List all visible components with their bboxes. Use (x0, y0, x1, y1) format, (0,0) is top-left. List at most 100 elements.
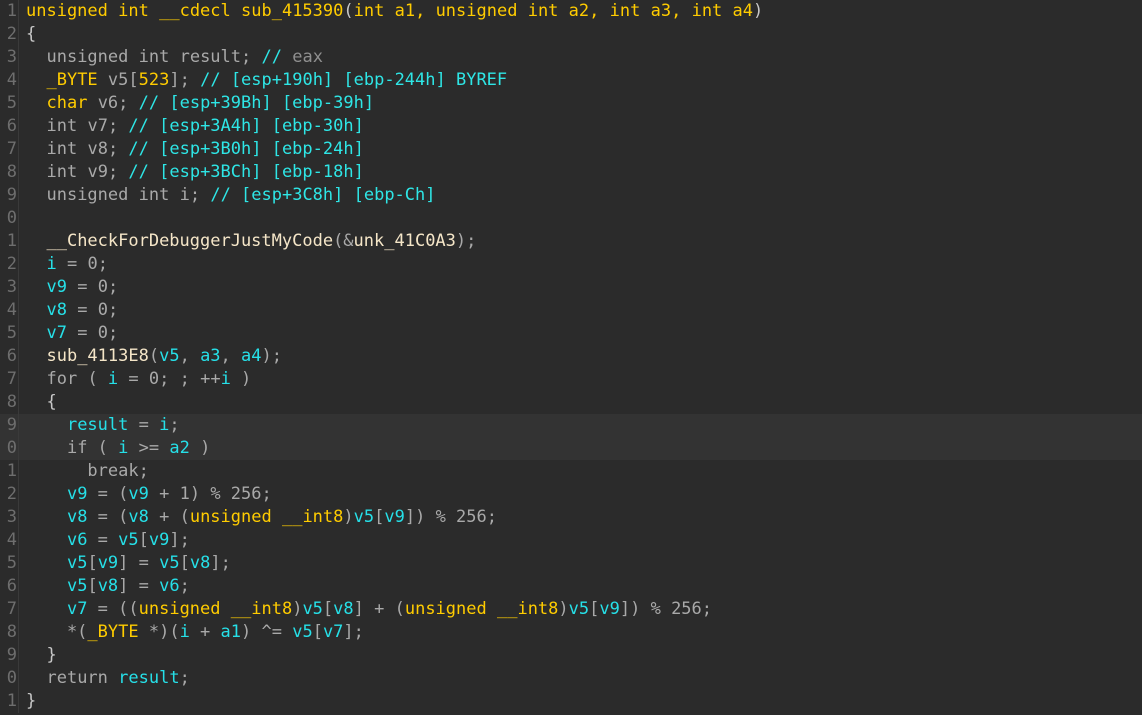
code-line[interactable]: 6 sub_4113E8(v5, a3, a4); (0, 345, 1142, 368)
code-line[interactable]: 7 int v8; // [esp+3B0h] [ebp-24h] (0, 138, 1142, 161)
code-line[interactable]: 0 (0, 207, 1142, 230)
code-line[interactable]: 8 { (0, 391, 1142, 414)
code-token: [ (589, 599, 600, 619)
code-text[interactable]: int v8; // [esp+3B0h] [ebp-24h] (19, 138, 364, 161)
code-token: i (118, 438, 129, 458)
code-token: 0 (97, 300, 108, 320)
code-token: int (609, 1, 641, 21)
code-text[interactable]: int v9; // [esp+3BCh] [ebp-18h] (19, 161, 363, 184)
code-token: ) (753, 1, 764, 21)
code-text[interactable]: unsigned int result; // eax (19, 46, 322, 69)
code-line[interactable]: 5 v7 = 0; (0, 322, 1142, 345)
code-line[interactable]: 4 v6 = v5[v9]; (0, 529, 1142, 552)
code-line[interactable]: 5 char v6; // [esp+39Bh] [ebp-39h] (0, 92, 1142, 115)
code-text[interactable]: __CheckForDebuggerJustMyCode(&unk_41C0A3… (19, 230, 476, 253)
code-line[interactable]: 7 for ( i = 0; ; ++i ) (0, 368, 1142, 391)
code-line[interactable]: 2{ (0, 23, 1142, 46)
code-token: [ (374, 507, 385, 527)
code-text[interactable]: result = i; (19, 414, 180, 437)
code-text[interactable]: { (19, 391, 56, 414)
code-token: // (261, 47, 293, 67)
code-token: 523 (138, 70, 170, 90)
code-token: ; (701, 599, 713, 619)
code-text[interactable]: _BYTE v5[523]; // [esp+190h] [ebp-244h] … (19, 69, 507, 92)
code-text[interactable]: i = 0; (19, 253, 107, 276)
code-text[interactable]: char v6; // [esp+39Bh] [ebp-39h] (19, 92, 374, 115)
code-line[interactable]: 3 v9 = 0; (0, 276, 1142, 299)
code-line[interactable]: 5 v5[v9] = v5[v8]; (0, 552, 1142, 575)
line-number: 6 (6, 346, 17, 366)
code-text[interactable]: break; (19, 460, 148, 483)
code-token: // [esp+3C8h] [ebp-Ch] (210, 185, 436, 205)
code-line[interactable]: 9 result = i; (0, 414, 1142, 437)
code-token: ; (179, 576, 190, 596)
code-line[interactable]: 3 v8 = (v8 + (unsigned __int8)v5[v9]) % … (0, 506, 1142, 529)
code-line[interactable]: 9 } (0, 644, 1142, 667)
code-token: v5 (66, 576, 88, 596)
code-text[interactable]: v8 = (v8 + (unsigned __int8)v5[v9]) % 25… (19, 506, 497, 529)
code-line[interactable]: 1 break; (0, 460, 1142, 483)
code-text[interactable]: v9 = (v9 + 1) % 256; (19, 483, 272, 506)
code-line[interactable]: 8 int v9; // [esp+3BCh] [ebp-18h] (0, 161, 1142, 184)
code-line[interactable]: 1 unsigned int __cdecl sub_415390(int a1,… (0, 0, 1142, 23)
code-line[interactable]: 4 v8 = 0; (0, 299, 1142, 322)
code-text[interactable]: unsigned int i; // [esp+3C8h] [ebp-Ch] (19, 184, 436, 207)
code-token: ; (169, 415, 180, 435)
code-line[interactable]: 1} (0, 690, 1142, 713)
line-number: 7 (6, 369, 17, 389)
code-text[interactable]: v7 = 0; (19, 322, 118, 345)
code-token: ; (107, 139, 129, 159)
line-number: 5 (6, 553, 17, 573)
code-text[interactable]: v7 = ((unsigned __int8)v5[v8] + (unsigne… (19, 598, 712, 621)
code-text[interactable]: for ( i = 0; ; ++i ) (19, 368, 251, 391)
code-line[interactable]: 4 _BYTE v5[523]; // [esp+190h] [ebp-244h… (0, 69, 1142, 92)
code-token: // [esp+3B0h] [ebp-24h] (128, 139, 364, 159)
code-token: // [esp+3A4h] [ebp-30h] (128, 116, 364, 136)
code-text[interactable]: return result; (19, 667, 189, 690)
code-text[interactable]: v5[v8] = v6; (19, 575, 190, 598)
code-text[interactable]: if ( i >= a2 ) (19, 437, 210, 460)
code-token: __int8 (496, 599, 559, 619)
code-token: ; (241, 47, 262, 67)
code-token: ; (107, 162, 129, 182)
code-text[interactable]: int v7; // [esp+3A4h] [ebp-30h] (19, 115, 364, 138)
code-token: v8 (97, 576, 119, 596)
code-text[interactable]: } (19, 644, 56, 667)
code-text[interactable]: } (19, 690, 36, 713)
code-line[interactable]: 1 __CheckForDebuggerJustMyCode(&unk_41C0… (0, 230, 1142, 253)
code-line[interactable]: 7 v7 = ((unsigned __int8)v5[v8] + (unsig… (0, 598, 1142, 621)
code-line[interactable]: 0 if ( i >= a2 ) (0, 437, 1142, 460)
code-line[interactable]: 9 unsigned int i; // [esp+3C8h] [ebp-Ch] (0, 184, 1142, 207)
code-text[interactable]: v9 = 0; (19, 276, 118, 299)
code-text[interactable]: *(_BYTE *)(i + a1) ^= v5[v7]; (19, 621, 364, 644)
code-token: = (128, 415, 160, 435)
code-token: { (26, 24, 37, 44)
pseudocode-view[interactable]: 1 unsigned int __cdecl sub_415390(int a1,… (0, 0, 1142, 715)
code-line[interactable]: 6 int v7; // [esp+3A4h] [ebp-30h] (0, 115, 1142, 138)
code-text[interactable]: v8 = 0; (19, 299, 118, 322)
code-text[interactable]: v6 = v5[v9]; (19, 529, 190, 552)
code-line-list: 1 unsigned int __cdecl sub_415390(int a1,… (0, 0, 1142, 713)
code-token: ( (343, 1, 354, 21)
code-line[interactable]: 6 v5[v8] = v6; (0, 575, 1142, 598)
code-text[interactable]: v5[v9] = v5[v8]; (19, 552, 231, 575)
code-token: i (46, 254, 57, 274)
code-token: } (26, 691, 37, 711)
code-token: v5 (118, 530, 139, 550)
code-token: int (46, 162, 78, 182)
code-line[interactable]: 0 return result; (0, 667, 1142, 690)
code-token: ]; (343, 622, 364, 642)
code-token: , (179, 346, 201, 366)
code-text[interactable]: { (19, 23, 36, 46)
code-line[interactable]: 8 *(_BYTE *)(i + a1) ^= v5[v7]; (0, 621, 1142, 644)
code-line[interactable]: 3 unsigned int result; // eax (0, 46, 1142, 69)
code-text[interactable]: sub_4113E8(v5, a3, a4); (19, 345, 282, 368)
line-number: 7 (6, 139, 17, 159)
code-line[interactable]: 2 i = 0; (0, 253, 1142, 276)
code-line[interactable]: 2 v9 = (v9 + 1) % 256; (0, 483, 1142, 506)
code-text[interactable]: unsigned int __cdecl sub_415390(int a1, … (19, 0, 763, 23)
code-token: 0 (87, 254, 98, 274)
code-token: unsigned (138, 599, 221, 619)
